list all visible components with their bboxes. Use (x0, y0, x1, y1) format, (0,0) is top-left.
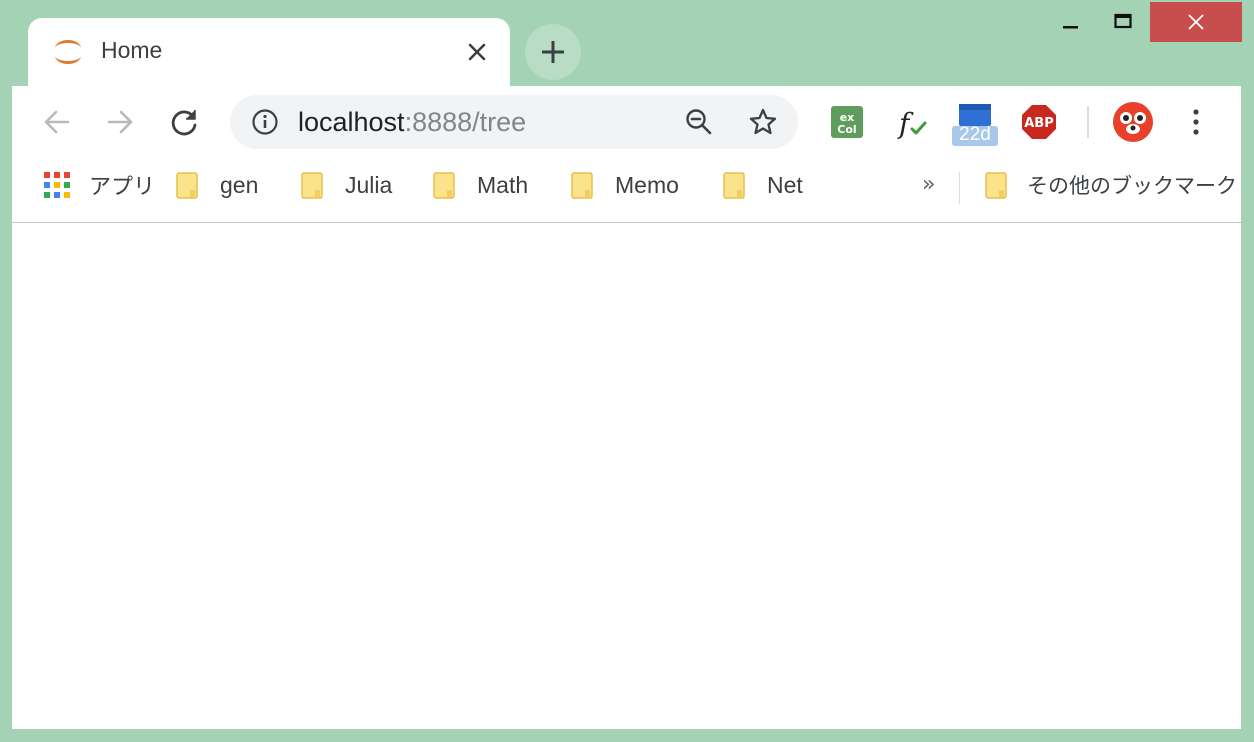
excel-online-extension-icon[interactable]: ex Col (827, 102, 867, 142)
tab-home[interactable]: Home (28, 18, 510, 86)
apps-label: アプリ (89, 174, 156, 199)
tab-close-icon[interactable] (465, 40, 489, 64)
more-bookmarks-chevron[interactable]: » (922, 172, 935, 197)
browser-content: localhost:8888/tree ex Col f 22d ABP アプリ… (12, 86, 1241, 729)
bookmark-label: Net (767, 171, 803, 198)
bookmark-folder-math[interactable]: Math (433, 170, 528, 200)
address-bar[interactable]: localhost:8888/tree (230, 95, 798, 149)
page-content (12, 223, 1241, 729)
profile-avatar-icon[interactable] (1111, 100, 1155, 144)
folder-icon (433, 171, 455, 199)
bookmark-label: Math (477, 171, 529, 198)
reload-icon[interactable] (169, 106, 201, 138)
calendar-badge: 22d (959, 124, 991, 145)
maximize-icon (1114, 13, 1132, 29)
bookmarks-bar: アプリ gen Julia Math Memo Net » その他のブックマーク (12, 158, 1241, 223)
folder-icon (723, 171, 745, 199)
bookmark-apps[interactable]: アプリ (43, 170, 155, 200)
maximize-button[interactable] (1103, 4, 1143, 42)
bookmark-folder-julia[interactable]: Julia (301, 170, 392, 200)
bookmark-star-icon[interactable] (748, 107, 778, 137)
calendar-extension-icon[interactable]: 22d (951, 100, 999, 148)
formula-check-extension-icon[interactable]: f (892, 102, 932, 142)
url-path: :8888/tree (404, 107, 527, 137)
url-text[interactable]: localhost:8888/tree (298, 107, 526, 138)
tab-title: Home (101, 37, 163, 63)
plus-icon (542, 41, 564, 63)
bookmark-folder-net[interactable]: Net (723, 170, 803, 200)
forward-arrow-icon[interactable] (104, 106, 136, 138)
info-icon[interactable] (252, 109, 278, 135)
svg-text:f: f (897, 107, 914, 140)
apps-grid-icon (44, 172, 70, 198)
folder-icon (571, 171, 593, 199)
folder-icon (985, 171, 1007, 199)
bookmark-folder-memo[interactable]: Memo (571, 170, 679, 200)
svg-text:ABP: ABP (1024, 116, 1054, 131)
jupyter-logo-icon (52, 36, 84, 68)
minimize-button[interactable] (1050, 4, 1090, 42)
new-tab-button[interactable] (525, 24, 581, 80)
bookmark-folder-other[interactable]: その他のブックマーク (985, 170, 1237, 200)
url-host: localhost (298, 107, 405, 137)
bookmark-label: その他のブックマーク (1027, 175, 1237, 198)
bookmark-folder-gen[interactable]: gen (176, 170, 258, 200)
bookmark-label: gen (220, 171, 259, 198)
folder-icon (301, 171, 323, 199)
zoom-out-icon[interactable] (685, 108, 713, 136)
bookmarks-divider (959, 172, 960, 204)
adblock-plus-icon[interactable]: ABP (1019, 102, 1059, 142)
browser-window: Home localhost:8888/tree ex Col f 22d AB… (0, 0, 1254, 742)
bookmark-label: Julia (345, 171, 393, 198)
toolbar: localhost:8888/tree ex Col f 22d ABP (12, 86, 1241, 158)
bookmark-label: Memo (615, 171, 679, 198)
folder-icon (176, 171, 198, 199)
svg-text:Col: Col (837, 123, 856, 136)
toolbar-divider (1087, 106, 1089, 138)
close-icon (1188, 14, 1204, 30)
back-arrow-icon[interactable] (41, 106, 73, 138)
window-close-button[interactable] (1150, 2, 1242, 42)
minimize-icon (1063, 26, 1078, 29)
menu-dots-icon[interactable] (1186, 106, 1206, 138)
